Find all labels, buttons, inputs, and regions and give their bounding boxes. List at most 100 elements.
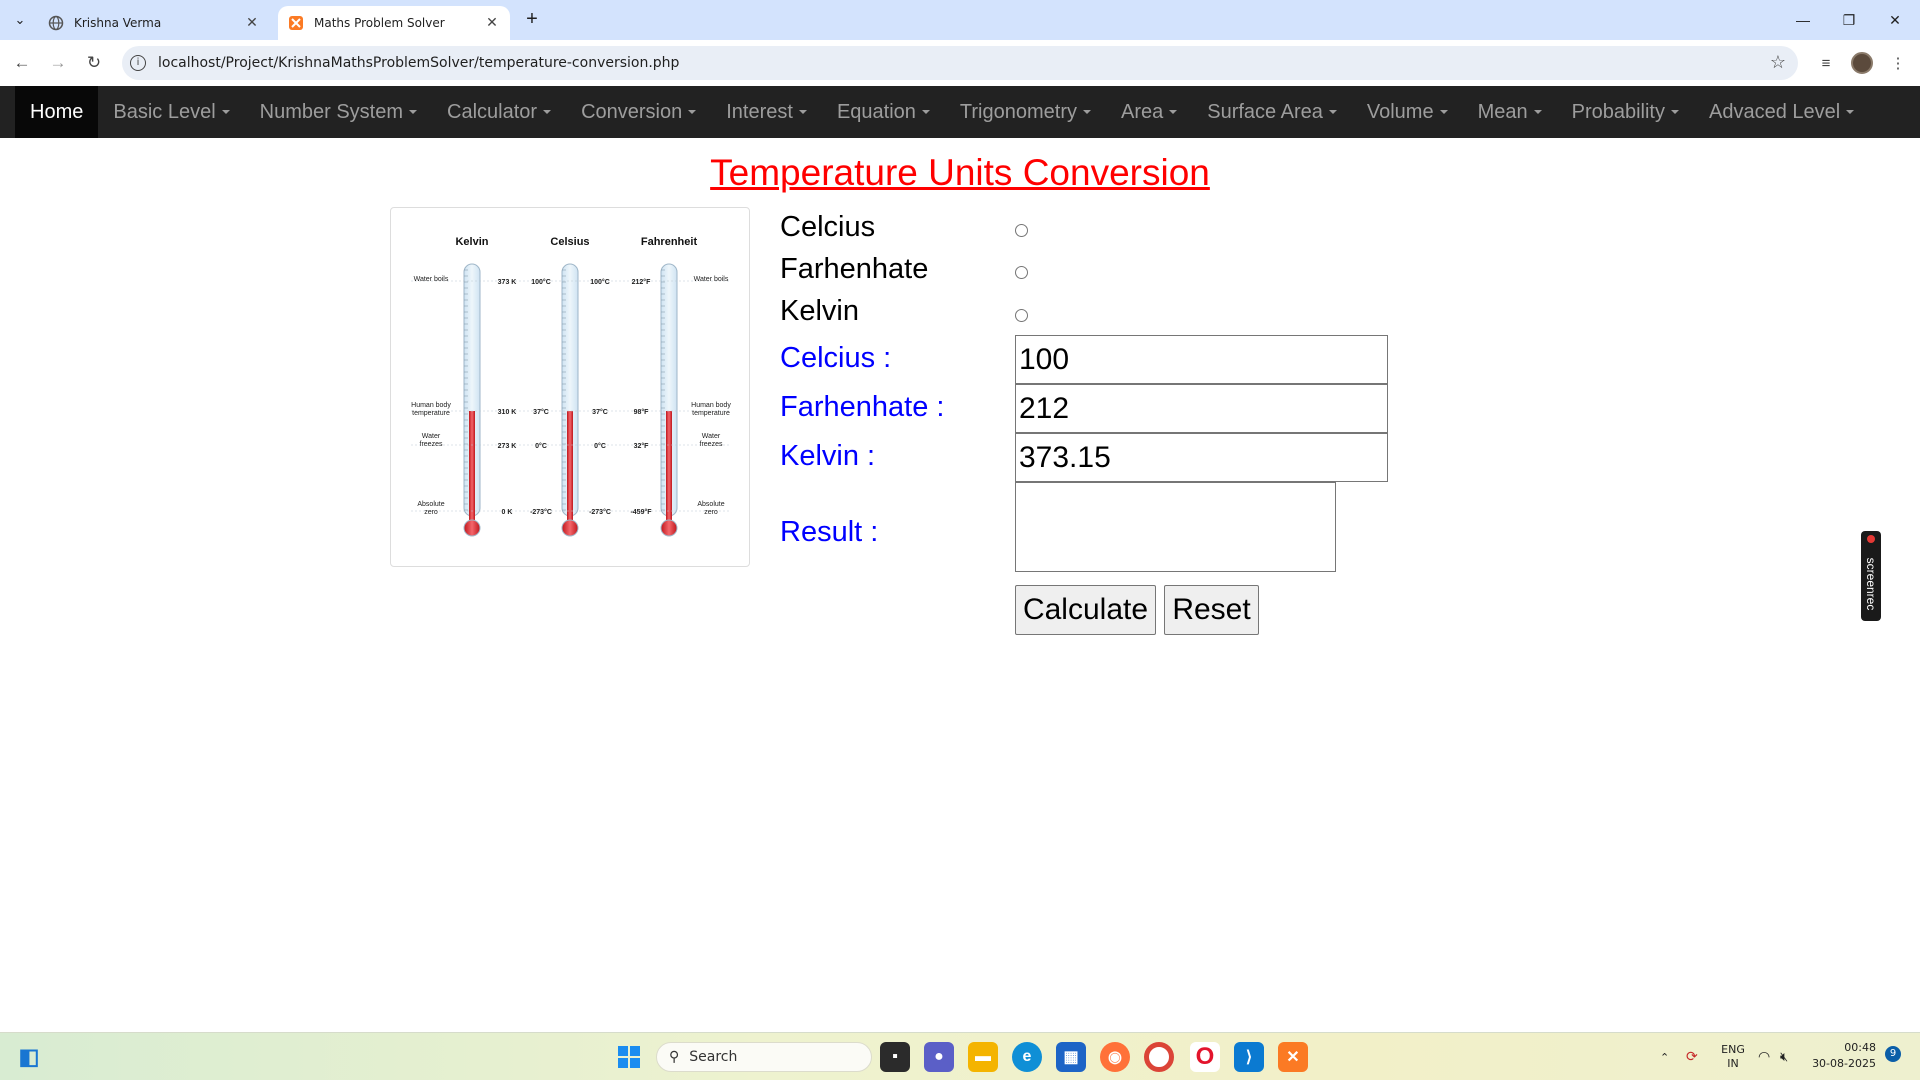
result-textarea[interactable] — [1015, 482, 1336, 572]
right-reference-note: temperature — [692, 410, 730, 417]
bookmark-star-icon[interactable]: ☆ — [1770, 52, 1786, 73]
input-language-indicator[interactable]: ENG IN — [1718, 1033, 1748, 1080]
thermometer-bulb — [561, 519, 579, 537]
right-reference-note: Absolute — [697, 501, 724, 508]
tab-list-chevron-icon[interactable]: ⌄ — [8, 8, 32, 32]
taskbar-search[interactable]: ⚲ Search — [656, 1042, 872, 1072]
mercury-column — [469, 411, 475, 521]
nav-item-area[interactable]: Area — [1106, 86, 1192, 138]
opera-icon[interactable]: O — [1190, 1042, 1220, 1072]
nav-item-probability[interactable]: Probability — [1557, 86, 1694, 138]
nav-item-basic-level[interactable]: Basic Level — [98, 86, 244, 138]
celsius-mark: 0°C — [594, 442, 606, 450]
media-queue-icon[interactable]: ≡ — [1812, 49, 1840, 77]
search-icon: ⚲ — [669, 1049, 680, 1065]
forward-arrow-icon[interactable]: → — [44, 49, 72, 77]
nav-item-label: Interest — [726, 100, 793, 123]
reset-button[interactable]: Reset — [1164, 585, 1259, 635]
nav-item-label: Calculator — [447, 100, 538, 123]
kelvin-mark: 0 K — [502, 509, 513, 516]
nav-item-mean[interactable]: Mean — [1463, 86, 1557, 138]
left-reference-note: temperature — [412, 410, 450, 417]
close-tab-icon[interactable]: ✕ — [484, 15, 500, 31]
nav-item-trigonometry[interactable]: Trigonometry — [945, 86, 1106, 138]
nav-item-label: Conversion — [581, 100, 683, 123]
nav-item-number-system[interactable]: Number System — [245, 86, 432, 138]
celsius-mark: 37°C — [592, 408, 608, 416]
profile-avatar[interactable] — [1848, 49, 1876, 77]
chrome-icon[interactable] — [1144, 1042, 1174, 1072]
nav-item-label: Number System — [259, 100, 404, 123]
volume-muted-icon[interactable]: 🔇︎ — [1780, 1033, 1788, 1080]
dropdown-caret-icon — [1328, 110, 1337, 114]
scale-header: Fahrenheit — [641, 236, 698, 248]
celsius-mark: -273°C — [530, 508, 552, 516]
task-view-icon[interactable]: ▪ — [880, 1042, 910, 1072]
radio-farhenhate[interactable] — [1015, 266, 1028, 279]
file-explorer-icon[interactable]: ▬ — [968, 1042, 998, 1072]
dropdown-caret-icon — [221, 110, 230, 114]
right-reference-note: zero — [704, 509, 718, 516]
url-text[interactable]: localhost/Project/KrishnaMathsProblemSol… — [158, 55, 679, 71]
site-info-icon[interactable]: i — [130, 55, 146, 71]
microsoft-store-icon[interactable]: ▦ — [1056, 1042, 1086, 1072]
dropdown-caret-icon — [688, 110, 697, 114]
teams-chat-icon[interactable]: ● — [924, 1042, 954, 1072]
edge-browser-icon[interactable]: e — [1012, 1042, 1042, 1072]
celsius-input[interactable] — [1015, 335, 1388, 384]
calculate-button[interactable]: Calculate — [1015, 585, 1156, 635]
radio-celcius[interactable] — [1015, 224, 1028, 237]
menu-kebab-icon[interactable]: ⋮ — [1884, 49, 1912, 77]
show-hidden-icons-chevron-icon[interactable]: ⌃ — [1660, 1033, 1669, 1080]
browser-tab-maths-problem-solver[interactable]: Maths Problem Solver ✕ — [278, 6, 510, 40]
nav-item-surface-area[interactable]: Surface Area — [1192, 86, 1352, 138]
nav-item-label: Equation — [836, 100, 916, 123]
nav-item-label: Basic Level — [113, 100, 216, 123]
fahrenheit-label: Farhenhate : — [780, 391, 945, 423]
address-bar[interactable]: i localhost/Project/KrishnaMathsProblemS… — [122, 46, 1798, 80]
restore-icon[interactable]: ❐ — [1826, 0, 1872, 40]
nav-item-label: Area — [1120, 100, 1164, 123]
taskbar-clock[interactable]: 00:48 30-08-2025 — [1806, 1040, 1876, 1072]
left-reference-note: Absolute — [417, 501, 444, 508]
xampp-taskbar-icon[interactable]: ✕ — [1278, 1042, 1308, 1072]
windows-start-icon[interactable] — [614, 1042, 644, 1072]
wifi-icon[interactable]: ◠ — [1758, 1033, 1770, 1080]
back-arrow-icon[interactable]: ← — [8, 49, 36, 77]
kelvin-mark: 310 K — [498, 409, 517, 416]
notification-badge[interactable]: 9 — [1885, 1046, 1901, 1062]
region-code: IN — [1727, 1057, 1739, 1070]
nav-item-interest[interactable]: Interest — [711, 86, 822, 138]
dropdown-caret-icon — [409, 110, 418, 114]
celsius-mark: 0°C — [535, 442, 547, 450]
minimize-icon[interactable]: — — [1780, 0, 1826, 40]
screenrec-widget[interactable]: screenrec — [1861, 531, 1881, 621]
sync-alert-icon[interactable]: ⟳ — [1686, 1033, 1698, 1080]
reload-icon[interactable]: ↻ — [80, 49, 108, 77]
nav-item-home[interactable]: Home — [15, 86, 99, 138]
new-tab-plus-icon[interactable]: + — [520, 8, 544, 32]
kelvin-input[interactable] — [1015, 433, 1388, 482]
firefox-icon[interactable]: ◉ — [1100, 1042, 1130, 1072]
radio-label-celcius: Celcius — [780, 211, 876, 243]
radio-kelvin[interactable] — [1015, 309, 1028, 322]
nav-item-equation[interactable]: Equation — [822, 86, 945, 138]
nav-item-conversion[interactable]: Conversion — [566, 86, 711, 138]
xampp-icon — [289, 16, 303, 30]
record-dot-icon — [1867, 535, 1875, 543]
dropdown-caret-icon — [1846, 110, 1855, 114]
nav-item-advaced-level[interactable]: Advaced Level — [1694, 86, 1869, 138]
dropdown-caret-icon — [1671, 110, 1679, 114]
close-tab-icon[interactable]: ✕ — [244, 15, 260, 31]
celsius-label: Celcius : — [780, 342, 892, 374]
nav-item-volume[interactable]: Volume — [1352, 86, 1463, 138]
right-reference-note: Water boils — [694, 276, 729, 283]
widgets-icon[interactable]: ◧ — [14, 1042, 44, 1072]
left-reference-note: Water boils — [414, 276, 449, 283]
vscode-icon[interactable]: ⟩ — [1234, 1042, 1264, 1072]
nav-item-calculator[interactable]: Calculator — [432, 86, 566, 138]
browser-tab-krishna-verma[interactable]: Krishna Verma ✕ — [38, 6, 270, 40]
close-window-icon[interactable]: ✕ — [1872, 0, 1918, 40]
fahrenheit-input[interactable] — [1015, 384, 1388, 433]
celsius-mark: 37°C — [533, 408, 549, 416]
